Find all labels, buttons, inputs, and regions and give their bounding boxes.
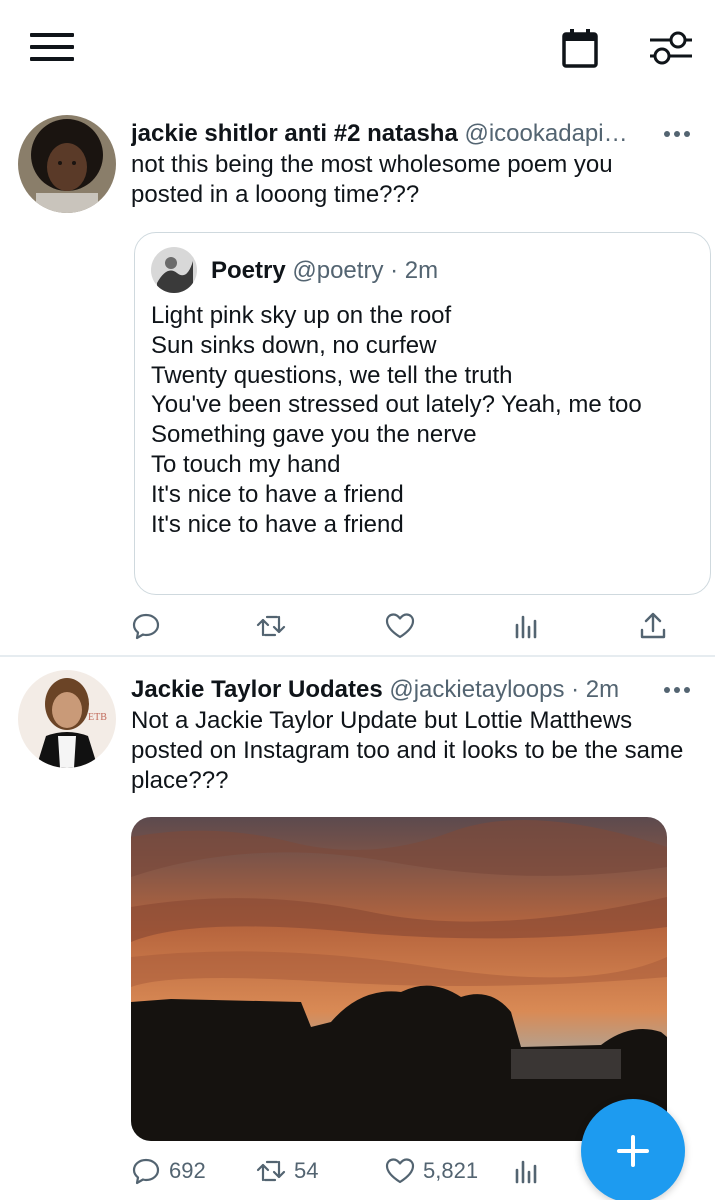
poem-line: You've been stressed out lately? Yeah, m…: [151, 391, 642, 419]
more-options-icon[interactable]: [664, 674, 694, 704]
analytics-button[interactable]: [512, 606, 542, 646]
tweet[interactable]: jackie shitlor anti #2 natasha @icookada…: [0, 0, 715, 655]
retweet-icon: [256, 615, 286, 637]
retweet-count: 54: [294, 1158, 319, 1183]
quoted-tweet[interactable]: Poetry @poetry · 2m Light pink sky up on…: [134, 232, 711, 595]
share-icon: [640, 612, 666, 639]
display-name[interactable]: jackie shitlor anti #2 natasha: [131, 120, 458, 147]
reply-icon: [132, 613, 160, 640]
avatar[interactable]: [18, 115, 116, 213]
display-name[interactable]: Jackie Taylor Uodates: [131, 676, 383, 703]
svg-text:ETB: ETB: [88, 712, 107, 723]
like-count: 5,821: [423, 1158, 479, 1183]
poem-line: To touch my hand: [151, 450, 341, 478]
quoted-handle: @poetry: [292, 257, 384, 284]
quoted-timestamp: · 2m: [390, 257, 439, 284]
heart-icon: [385, 1158, 415, 1184]
reply-button[interactable]: 692: [131, 1151, 206, 1191]
poem-line: It's nice to have a friend: [151, 480, 404, 508]
reply-count: 692: [169, 1158, 206, 1183]
poem-line: Something gave you the nerve: [151, 421, 477, 449]
plus-icon: [617, 1135, 649, 1167]
analytics-icon: [515, 1160, 537, 1184]
poem-line: Twenty questions, we tell the truth: [151, 361, 513, 389]
user-handle[interactable]: @jackietayloops: [389, 676, 564, 703]
quoted-display-name: Poetry: [211, 257, 286, 284]
tweet-header: jackie shitlor anti #2 natasha @icookada…: [131, 118, 661, 150]
poem-line: Light pink sky up on the roof: [151, 302, 452, 329]
heart-icon: [385, 613, 415, 639]
tweet-actions: [131, 606, 691, 646]
analytics-icon: [515, 615, 537, 639]
avatar[interactable]: ETB: [18, 670, 116, 768]
poem-line: Sun sinks down, no curfew: [151, 331, 437, 359]
share-button[interactable]: [638, 606, 668, 646]
user-handle[interactable]: @icookadapi…: [464, 120, 627, 147]
quoted-header: Poetry @poetry · 2m: [211, 255, 438, 287]
poem-line: It's nice to have a friend: [151, 510, 404, 538]
tweet-text: not this being the most wholesome poem y…: [131, 151, 613, 208]
reply-icon: [132, 1158, 160, 1185]
like-button[interactable]: [385, 606, 415, 646]
reply-button[interactable]: [131, 606, 161, 646]
retweet-icon: [256, 1160, 286, 1182]
tweet-header: Jackie Taylor Uodates @jackietayloops · …: [131, 674, 661, 706]
timestamp: · 2m: [571, 676, 620, 703]
quoted-avatar: [151, 247, 197, 293]
more-options-icon[interactable]: [664, 118, 694, 148]
quoted-text: Light pink sky up on the roof Sun sinks …: [151, 301, 691, 539]
compose-tweet-button[interactable]: [581, 1099, 685, 1200]
analytics-button[interactable]: [512, 1151, 542, 1191]
like-button[interactable]: 5,821: [385, 1151, 478, 1191]
tweet-media-image[interactable]: [131, 817, 667, 1141]
tweet-text: Not a Jackie Taylor Update but Lottie Ma…: [131, 707, 684, 794]
retweet-button[interactable]: 54: [256, 1151, 318, 1191]
retweet-button[interactable]: [256, 606, 286, 646]
